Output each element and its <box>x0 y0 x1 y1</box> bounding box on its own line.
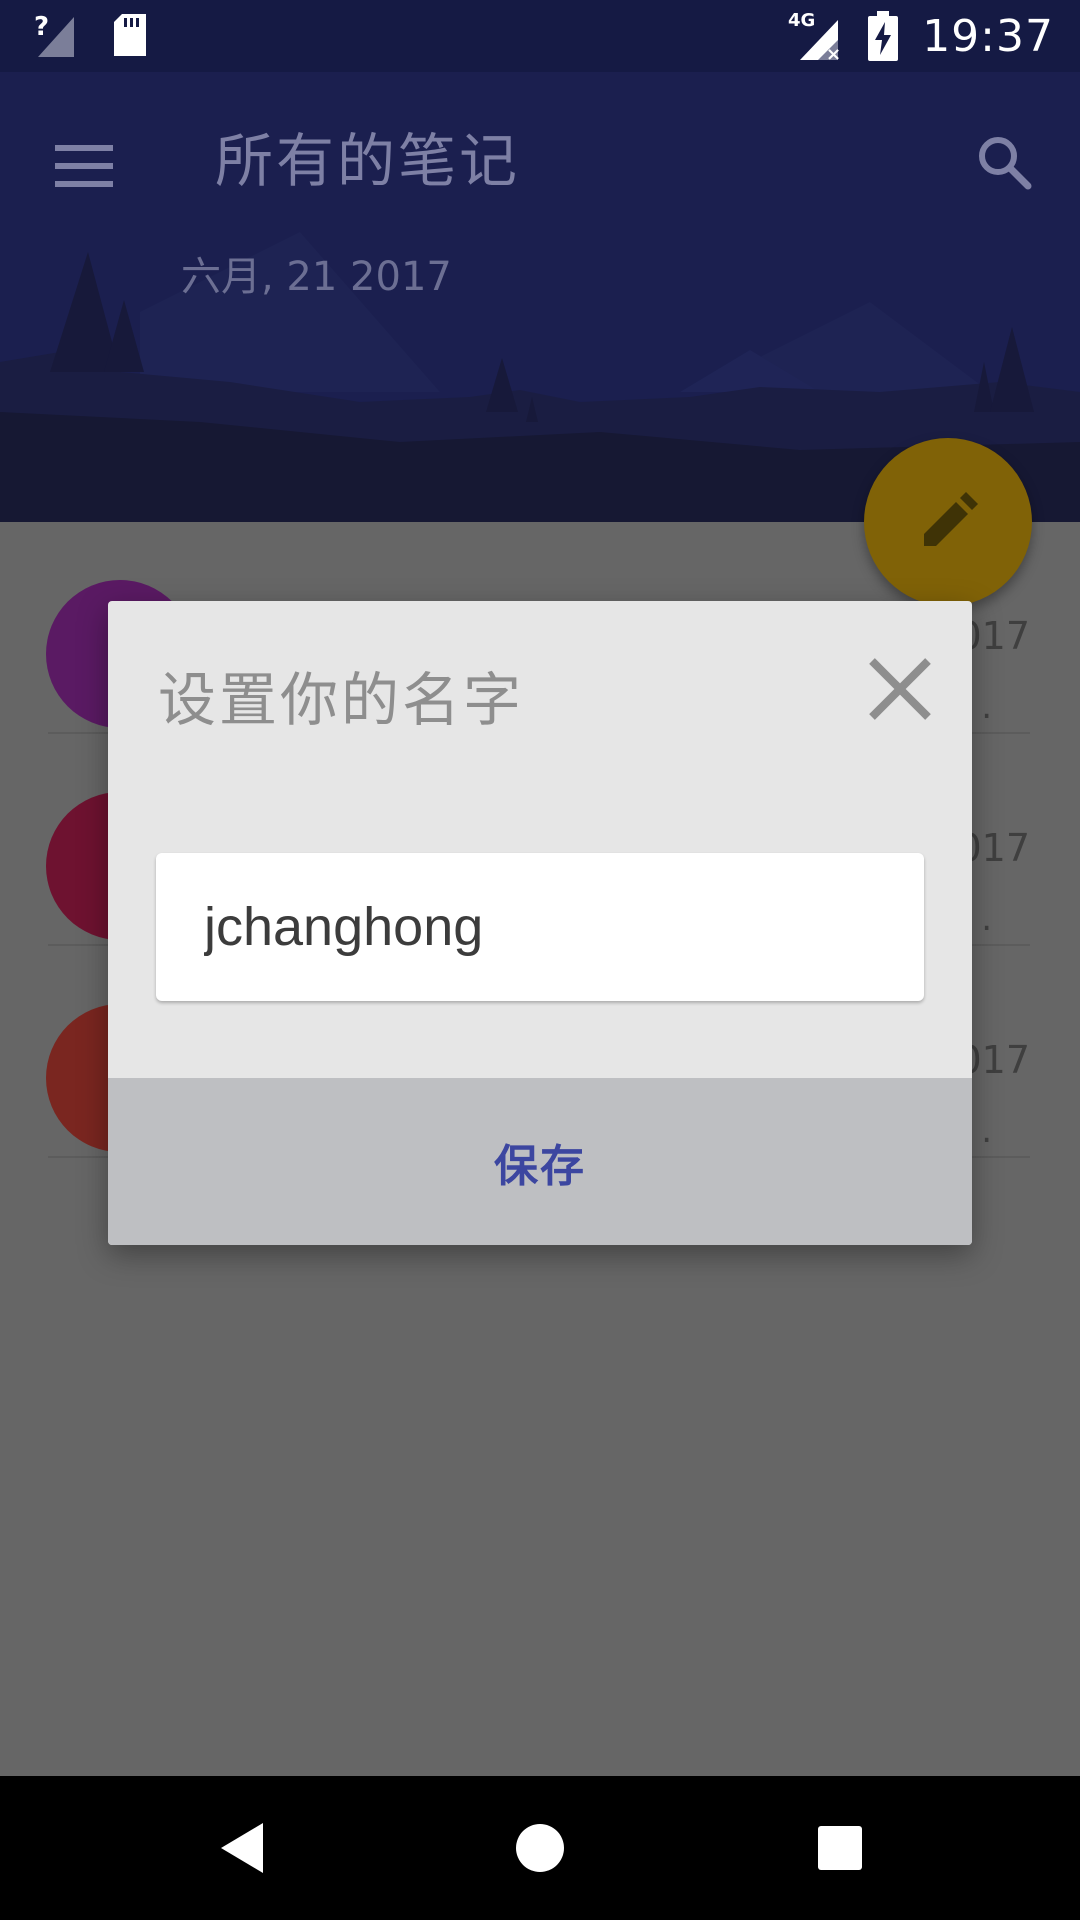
set-name-dialog: 设置你的名字 保存 <box>108 601 972 1245</box>
recents-button[interactable] <box>810 1818 870 1878</box>
note-preview: . <box>981 1111 994 1151</box>
signal-unknown-icon: ? <box>34 13 78 59</box>
search-button[interactable] <box>964 122 1044 202</box>
close-icon <box>869 658 931 720</box>
status-right: 4G × 19:37 <box>788 8 1054 64</box>
svg-text:4G: 4G <box>788 10 815 31</box>
svg-text:?: ? <box>34 13 49 42</box>
search-icon <box>979 137 1032 190</box>
navigation-bar <box>0 1776 1080 1920</box>
note-preview: . <box>981 687 994 727</box>
battery-charging-icon <box>868 11 899 61</box>
page-title: 所有的笔记 <box>215 127 521 195</box>
note-preview: . <box>981 899 994 939</box>
sd-card-icon <box>112 14 148 58</box>
close-button[interactable] <box>864 653 936 725</box>
save-button[interactable]: 保存 <box>454 1110 626 1214</box>
dialog-title: 设置你的名字 <box>158 666 525 734</box>
home-button[interactable] <box>510 1818 570 1878</box>
svg-text:×: × <box>826 44 841 62</box>
home-icon <box>516 1824 564 1872</box>
signal-no-data-icon: 4G × <box>788 10 844 62</box>
back-icon <box>221 1823 263 1873</box>
screen: ? 4G × 19:37 所有的笔记 六月, 21 2017 017 . 017… <box>0 0 1080 1920</box>
status-bar: ? 4G × 19:37 <box>0 0 1080 72</box>
menu-icon <box>55 145 113 187</box>
recents-icon <box>818 1826 862 1870</box>
status-left: ? <box>34 10 148 62</box>
pencil-icon <box>924 492 978 546</box>
new-note-fab[interactable] <box>864 438 1032 606</box>
dialog-footer: 保存 <box>108 1078 972 1245</box>
header-date: 六月, 21 2017 <box>181 254 452 300</box>
status-time: 19:37 <box>922 10 1054 62</box>
name-input[interactable] <box>156 853 924 1001</box>
back-button[interactable] <box>212 1818 272 1878</box>
menu-button[interactable] <box>48 130 120 202</box>
